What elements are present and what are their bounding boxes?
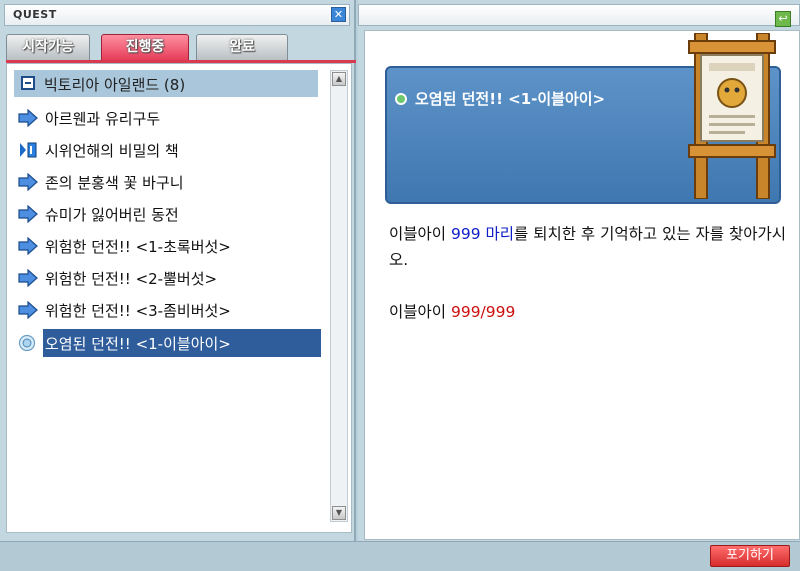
quest-list-scrollbar[interactable]: ▲ ▼ [330, 70, 348, 522]
quest-description: 이블아이 999 마리를 퇴치한 후 기억하고 있는 자를 찾아가시오. 이블아… [389, 221, 789, 325]
quest-item[interactable]: 위험한 던전!! <1-초록버섯> [16, 232, 322, 260]
flag-icon [20, 142, 37, 158]
quest-list-panel: QUEST ✕ 시작가능 진행중 완료 빅토리아 아일랜드 (8) 아르웬과 유… [0, 0, 356, 570]
back-button[interactable]: ↩ [775, 11, 791, 27]
detail-area: 오염된 던전!! <1-이블아이> 이블아이 999 마리를 퇴치한 후 기억하… [364, 30, 800, 540]
quest-label: 위험한 던전!! <2-뿔버섯> [45, 270, 218, 288]
arrow-icon [18, 109, 38, 127]
arrow-icon [18, 173, 38, 191]
close-button[interactable]: ✕ [331, 7, 346, 22]
quest-item[interactable]: 슈미가 잃어버린 동전 [16, 200, 322, 228]
tab-in-progress[interactable]: 진행중 [101, 34, 189, 60]
quest-label: 오염된 던전!! <1-이블아이> [45, 335, 231, 353]
scroll-up-icon[interactable]: ▲ [332, 72, 346, 86]
detail-header: 오염된 던전!! <1-이블아이> [385, 33, 781, 204]
tab-available[interactable]: 시작가능 [6, 34, 90, 60]
progress-value: 999/999 [450, 303, 516, 321]
arrow-icon [18, 205, 38, 223]
quest-label: 시위언해의 비밀의 책 [45, 142, 179, 160]
objective-line: 이블아이 999 마리를 퇴치한 후 기억하고 있는 자를 찾아가시오. [389, 221, 789, 273]
quest-item[interactable]: 위험한 던전!! <3-좀비버섯> [16, 296, 322, 324]
quest-group-header[interactable]: 빅토리아 아일랜드 (8) [14, 70, 318, 97]
detail-title: 오염된 던전!! <1-이블아이> [415, 90, 606, 108]
give-up-button[interactable]: 포기하기 [710, 545, 790, 567]
tab-completed[interactable]: 완료 [196, 34, 288, 60]
progress-line: 이블아이 999/999 [389, 299, 789, 325]
scroll-down-icon[interactable]: ▼ [332, 506, 346, 520]
notice-board-icon [688, 33, 776, 199]
window-title: QUEST [13, 8, 57, 21]
window-titlebar: QUEST ✕ [4, 4, 350, 26]
quest-label: 위험한 던전!! <1-초록버섯> [45, 238, 231, 256]
desc-highlight: 999 마리 [450, 225, 515, 243]
quest-item[interactable]: 시위언해의 비밀의 책 [16, 136, 322, 164]
arrow-icon [18, 237, 38, 255]
quest-label: 위험한 던전!! <3-좀비버섯> [45, 302, 231, 320]
progress-label: 이블아이 [389, 303, 451, 321]
quest-label: 슈미가 잃어버린 동전 [45, 206, 179, 224]
desc-pre: 이블아이 [389, 225, 451, 243]
bottom-bar [0, 541, 800, 571]
quest-item-selected[interactable]: 오염된 던전!! <1-이블아이> [16, 329, 322, 357]
arrow-icon [18, 269, 38, 287]
quest-status-icon [395, 93, 407, 105]
quest-item[interactable]: 위험한 던전!! <2-뿔버섯> [16, 264, 322, 292]
quest-label: 존의 분홍색 꽃 바구니 [45, 174, 184, 192]
quest-label: 아르웬과 유리구두 [45, 110, 161, 128]
quest-item[interactable]: 존의 분홍색 꽃 바구니 [16, 168, 322, 196]
quest-item[interactable]: 아르웬과 유리구두 [16, 104, 322, 132]
group-label: 빅토리아 아일랜드 (8) [44, 76, 186, 94]
collapse-icon[interactable] [21, 76, 35, 90]
arrow-icon [18, 301, 38, 319]
target-icon [18, 334, 36, 352]
detail-titlebar: ↩ [358, 4, 800, 27]
quest-detail-panel: ↩ 오염된 던전!! <1-이블아이> 이블아이 999 마리를 퇴치한 후 기… [358, 0, 800, 570]
